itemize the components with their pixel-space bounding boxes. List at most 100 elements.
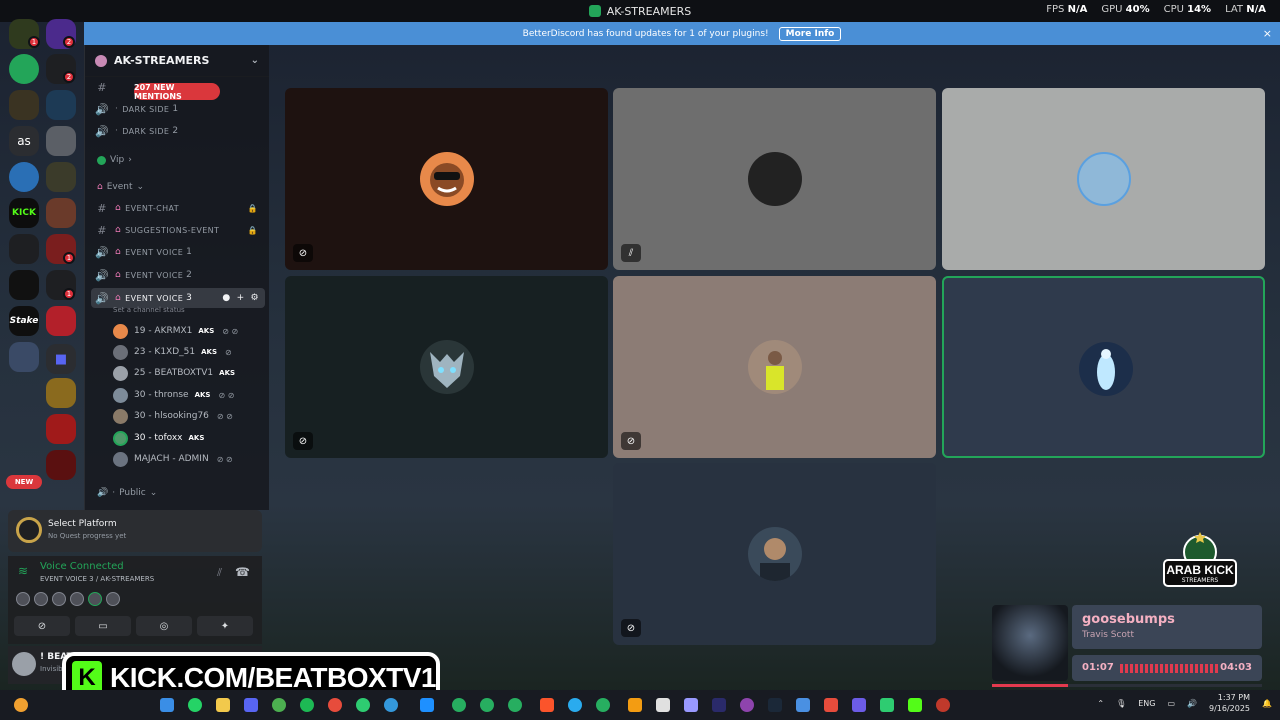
network-icon[interactable]: ▭ — [1167, 699, 1175, 708]
server-icon[interactable] — [9, 162, 39, 192]
steam-icon[interactable] — [768, 698, 782, 712]
app-icon[interactable] — [824, 698, 838, 712]
server-icon[interactable] — [9, 90, 39, 120]
voice-user[interactable]: 30 - hlsooking76 ⊘ ⊘ — [113, 407, 233, 425]
spotify-icon[interactable] — [300, 698, 314, 712]
voice-user[interactable]: 30 - thronse AKS ⊘ ⊘ — [113, 386, 234, 404]
channel-status-hint[interactable]: Set a channel status — [113, 306, 185, 314]
discord-icon[interactable] — [244, 698, 258, 712]
new-mentions-pill[interactable]: 207 NEW MENTIONS — [134, 83, 220, 101]
server-icon[interactable] — [46, 306, 76, 336]
avatar[interactable] — [88, 592, 102, 606]
app-icon[interactable] — [852, 698, 866, 712]
server-icon-kick[interactable]: KICK — [9, 198, 39, 228]
app-icon[interactable] — [880, 698, 894, 712]
server-icon[interactable] — [46, 162, 76, 192]
whatsapp-icon[interactable] — [188, 698, 202, 712]
start-icon[interactable] — [160, 698, 174, 712]
notification-bell-icon[interactable]: 🔔 — [1262, 699, 1272, 708]
opera-icon[interactable] — [328, 698, 342, 712]
camera-off-button[interactable]: ⊘ — [14, 616, 70, 636]
more-info-button[interactable]: More Info — [778, 26, 842, 41]
server-icon[interactable] — [46, 378, 76, 408]
server-icon[interactable] — [46, 450, 76, 480]
channel-event-chat[interactable]: # ⌂ EVENT-CHAT 🔒 — [85, 198, 270, 218]
add-user-icon[interactable]: + — [237, 293, 245, 303]
disconnect-icon[interactable]: ☎ — [235, 565, 250, 579]
avatar[interactable] — [34, 592, 48, 606]
channel-suggestions-event[interactable]: # ⌂ SUGGESTIONS-EVENT 🔒 — [85, 220, 270, 240]
activity-button[interactable]: ◎ — [136, 616, 192, 636]
channel-event-voice-2[interactable]: 🔊 ⌂ EVENT VOICE 2 — [85, 265, 270, 285]
video-tile[interactable]: ⫽ — [613, 88, 936, 270]
noise-suppression-icon[interactable]: ⫽ — [217, 566, 222, 580]
video-tile[interactable]: ⊘ — [285, 276, 608, 458]
photoshop-icon[interactable] — [420, 698, 434, 712]
voice-user[interactable]: 19 - AKRMX1 AKS ⊘ ⊘ — [113, 322, 238, 340]
quest-panel[interactable]: Select Platform No Quest progress yet — [8, 510, 262, 552]
voice-user-speaking[interactable]: 30 - tofoxx AKS — [113, 429, 204, 447]
server-header[interactable]: AK-STREAMERS ⌄ — [85, 45, 269, 77]
gear-icon[interactable]: ⚙ — [251, 293, 259, 303]
app-icon[interactable] — [936, 698, 950, 712]
video-tile[interactable]: ⊘ — [613, 276, 936, 458]
server-icon[interactable] — [9, 234, 39, 264]
server-icon[interactable] — [46, 90, 76, 120]
voice-user[interactable]: MAJACH - ADMIN ⊘ ⊘ — [113, 450, 233, 468]
server-icon[interactable] — [46, 198, 76, 228]
folder-icon[interactable]: ■ — [46, 344, 76, 374]
screen-share-button[interactable]: ▭ — [75, 616, 131, 636]
voice-user[interactable]: 23 - K1XD_51 AKS ⊘ — [113, 343, 232, 361]
chrome-icon[interactable] — [356, 698, 370, 712]
voice-status-channel[interactable]: EVENT VOICE 3 / AK-STREAMERS — [40, 575, 154, 583]
kick-app-icon[interactable] — [908, 698, 922, 712]
avatar[interactable] — [70, 592, 84, 606]
mic-icon[interactable]: 🎙 — [1116, 699, 1126, 708]
chrome-icon[interactable] — [480, 698, 494, 712]
chat-bubble-icon[interactable]: ● — [222, 293, 230, 303]
server-icon[interactable] — [46, 126, 76, 156]
channel-dark-side-2[interactable]: 🔊 · DARK SIDE 2 — [85, 121, 270, 141]
signal-icon[interactable]: ≋ — [18, 564, 28, 578]
chevron-up-icon[interactable]: ⌃ — [1097, 699, 1104, 708]
voice-user[interactable]: 25 - BEATBOXTV1 AKS — [113, 364, 235, 382]
file-explorer-icon[interactable] — [216, 698, 230, 712]
video-tile-speaking[interactable] — [942, 276, 1265, 458]
app-icon[interactable] — [656, 698, 670, 712]
new-servers-pill[interactable]: NEW — [6, 475, 42, 489]
video-tile[interactable]: ⊘ — [613, 463, 936, 645]
app-icon[interactable] — [628, 698, 642, 712]
chrome-icon[interactable] — [272, 698, 286, 712]
language-indicator[interactable]: ENG — [1138, 699, 1155, 708]
server-icon[interactable] — [46, 414, 76, 444]
soundboard-button[interactable]: ✦ — [197, 616, 253, 636]
close-banner-icon[interactable]: × — [1263, 27, 1272, 40]
channel-event-voice-1[interactable]: 🔊 ⌂ EVENT VOICE 1 — [85, 242, 270, 262]
after-effects-icon[interactable] — [684, 698, 698, 712]
chrome-icon[interactable] — [508, 698, 522, 712]
voice-status-title[interactable]: Voice Connected — [40, 561, 124, 572]
brave-icon[interactable] — [540, 698, 554, 712]
server-icon[interactable] — [9, 270, 39, 300]
telegram-icon[interactable] — [568, 698, 582, 712]
clock[interactable]: 1:37 PM 9/16/2025 — [1209, 692, 1250, 714]
category-public[interactable]: 🔊 · Public ⌄ — [97, 488, 157, 498]
category-event[interactable]: ⌂ Event ⌄ — [97, 182, 144, 192]
channel-dark-side-1[interactable]: 🔊 · DARK SIDE 1 — [85, 99, 270, 119]
avatar[interactable] — [52, 592, 66, 606]
app-icon[interactable] — [796, 698, 810, 712]
avatar[interactable] — [106, 592, 120, 606]
server-icon-as[interactable]: as — [9, 126, 39, 156]
edge-icon[interactable] — [384, 698, 398, 712]
category-vip[interactable]: Vip › — [97, 155, 132, 165]
chrome-icon[interactable] — [596, 698, 610, 712]
server-icon-stake[interactable]: Stake — [9, 306, 39, 336]
weather-icon[interactable] — [14, 698, 28, 712]
video-tile[interactable]: ⊘ — [285, 88, 608, 270]
avatar[interactable] — [16, 592, 30, 606]
avatar[interactable] — [12, 652, 36, 676]
chrome-icon[interactable] — [452, 698, 466, 712]
channel-event-voice-3[interactable]: 🔊 ⌂ EVENT VOICE 3 ● + ⚙ — [91, 288, 265, 308]
video-tile[interactable] — [942, 88, 1265, 270]
server-icon[interactable] — [9, 54, 39, 84]
